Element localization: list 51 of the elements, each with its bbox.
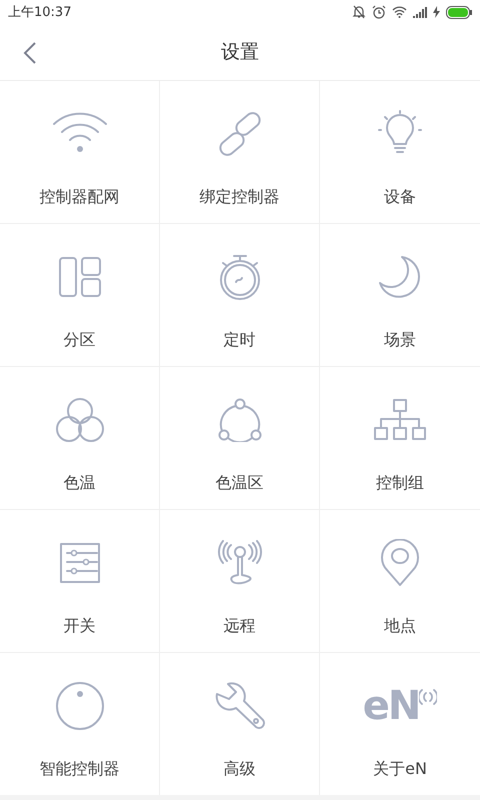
status-time: 上午10:37 xyxy=(8,4,72,21)
settings-tile[interactable]: eN 关于eN xyxy=(320,653,480,795)
stopwatch-icon xyxy=(218,254,262,300)
tile-label: 色温区 xyxy=(216,473,264,494)
layout-icon xyxy=(58,255,102,299)
settings-tile[interactable]: 分区 xyxy=(0,224,159,366)
knob-icon xyxy=(54,681,104,731)
settings-tile[interactable]: 绑定控制器 xyxy=(160,81,319,223)
sliders-icon xyxy=(58,542,100,584)
settings-tile[interactable]: 定时 xyxy=(160,224,319,366)
tile-label: 设备 xyxy=(384,187,416,208)
crescent-moon-icon xyxy=(378,255,422,299)
logo-text: eN xyxy=(362,686,420,726)
settings-tile[interactable]: 控制器配网 xyxy=(0,81,159,223)
signal-waves-icon xyxy=(419,686,438,708)
wrench-icon xyxy=(214,682,266,730)
org-chart-icon xyxy=(373,398,427,442)
bell-muted-icon xyxy=(352,5,366,19)
tile-label: 控制组 xyxy=(376,473,424,494)
settings-tile[interactable]: 控制组 xyxy=(320,367,480,509)
tile-label: 分区 xyxy=(64,330,96,351)
settings-tile[interactable]: 色温 xyxy=(0,367,159,509)
connected-nodes-icon xyxy=(216,398,262,442)
settings-tile[interactable]: 场景 xyxy=(320,224,480,366)
settings-tile[interactable]: 地点 xyxy=(320,510,480,652)
back-button[interactable] xyxy=(22,40,38,66)
tile-label: 开关 xyxy=(64,616,96,637)
settings-tile[interactable]: 设备 xyxy=(320,81,480,223)
page-title: 设置 xyxy=(221,40,259,65)
wifi-icon xyxy=(392,6,407,18)
overlapping-circles-icon xyxy=(54,397,104,443)
tile-label: 高级 xyxy=(224,759,256,780)
tile-label: 地点 xyxy=(384,616,416,637)
settings-tile[interactable]: 高级 xyxy=(160,653,319,795)
tile-label: 场景 xyxy=(384,330,416,351)
battery-icon xyxy=(446,6,472,18)
signal-icon xyxy=(413,6,427,18)
charging-icon xyxy=(433,6,440,18)
settings-tile[interactable]: 开关 xyxy=(0,510,159,652)
alarm-icon xyxy=(372,5,386,19)
tile-label: 智能控制器 xyxy=(40,759,120,780)
tile-label: 关于eN xyxy=(373,759,427,780)
settings-tile[interactable]: 远程 xyxy=(160,510,319,652)
settings-tile[interactable]: 色温区 xyxy=(160,367,319,509)
tile-label: 色温 xyxy=(64,473,96,494)
tile-label: 远程 xyxy=(224,616,256,637)
tile-label: 控制器配网 xyxy=(40,187,120,208)
tile-label: 定时 xyxy=(224,330,256,351)
settings-tile[interactable]: 智能控制器 xyxy=(0,653,159,795)
tile-label: 绑定控制器 xyxy=(200,187,280,208)
map-pin-icon xyxy=(380,539,420,587)
